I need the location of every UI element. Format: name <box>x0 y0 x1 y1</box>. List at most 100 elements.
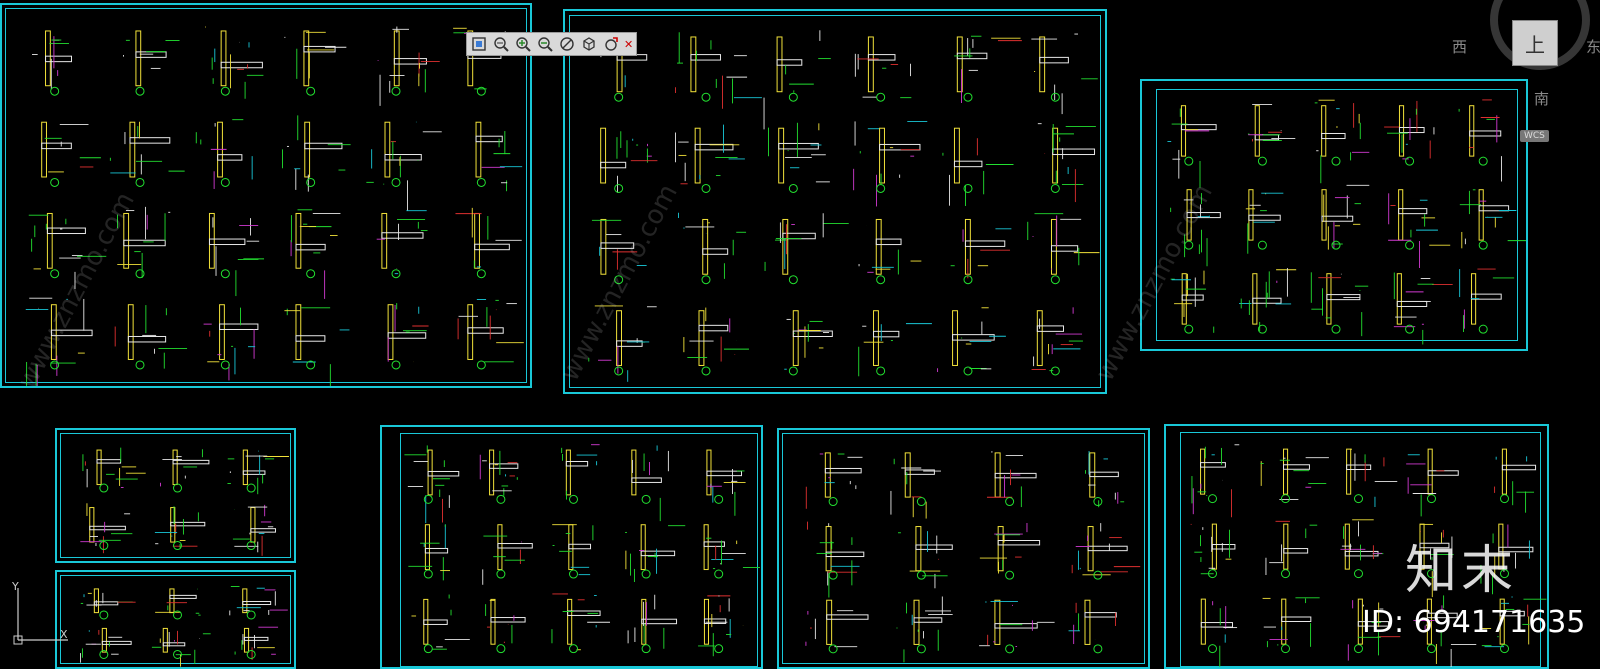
close-icon[interactable]: ✕ <box>624 39 633 50</box>
image-id-label: ID: 694171635 <box>1362 605 1586 640</box>
detail-drawing <box>123 30 180 96</box>
detail-drawing <box>229 586 288 620</box>
detail-drawing <box>284 30 347 96</box>
drawing-sheet-1[interactable] <box>0 3 532 388</box>
sheet-1-details <box>25 26 524 386</box>
detail-drawing <box>1170 270 1215 334</box>
ucs-y-label: Y <box>12 580 19 593</box>
detail-drawing <box>154 506 206 551</box>
detail-drawing <box>896 596 953 663</box>
detail-drawing <box>208 212 265 297</box>
detail-drawing <box>937 307 1006 376</box>
detail-drawing <box>159 449 210 493</box>
detail-drawing <box>1384 100 1435 166</box>
detail-drawing <box>1388 189 1451 269</box>
detail-drawing <box>764 213 849 285</box>
detail-drawing <box>1239 268 1297 334</box>
detail-drawing <box>854 36 912 102</box>
zoom-in-button[interactable] <box>514 35 532 53</box>
detail-drawing <box>1459 268 1515 334</box>
detail-drawing <box>109 121 185 187</box>
detail-drawing <box>1340 519 1384 579</box>
detail-drawing <box>1406 448 1459 517</box>
detail-drawing <box>703 524 760 579</box>
detail-drawing <box>404 445 460 524</box>
orbit-button[interactable] <box>602 35 620 53</box>
detail-drawing <box>203 304 259 381</box>
detail-drawing <box>986 451 1037 508</box>
drawing-sheet-6[interactable] <box>380 425 763 669</box>
detail-drawing <box>706 449 746 516</box>
detail-drawing <box>675 124 745 193</box>
viewcube-top-face[interactable]: 上 <box>1512 20 1558 66</box>
detail-drawing <box>1167 105 1217 188</box>
detail-drawing <box>898 526 953 589</box>
detail-drawing <box>631 445 669 522</box>
viewcube-south-label[interactable]: 南 <box>1534 88 1549 109</box>
detail-drawing <box>1494 448 1537 513</box>
brand-watermark: 知末 <box>1405 541 1518 601</box>
detail-drawing <box>1321 184 1370 250</box>
detail-drawing <box>80 503 133 554</box>
detail-drawing <box>195 119 253 189</box>
viewcube-west-label[interactable]: 西 <box>1452 36 1467 57</box>
detail-drawing <box>561 444 600 504</box>
detail-drawing <box>1459 189 1526 250</box>
model-space-canvas[interactable]: www.znzmo.com www.znzmo.com www.znzmo.co… <box>0 0 1600 669</box>
detail-drawing <box>1265 520 1318 579</box>
orbit-icon <box>605 37 618 51</box>
detail-drawing <box>1071 523 1141 580</box>
detail-drawing <box>1191 444 1240 518</box>
detail-drawing <box>1458 99 1502 182</box>
detail-drawing <box>411 594 470 654</box>
detail-drawing <box>1247 104 1296 166</box>
zoom-extents-icon <box>494 37 509 52</box>
detail-drawing <box>377 26 440 106</box>
viewcube[interactable]: 上 西 东 南 <box>1452 0 1600 110</box>
detail-drawing <box>950 218 1012 285</box>
wcs-menu-button[interactable]: WCS <box>1520 130 1549 142</box>
viewcube-east-label[interactable]: 东 <box>1586 36 1600 57</box>
detail-drawing <box>853 120 928 207</box>
view-3d-button[interactable] <box>580 35 598 53</box>
sheet-4-details <box>80 447 289 556</box>
detail-drawing <box>232 504 276 556</box>
zoom-out-icon <box>538 37 553 52</box>
detail-drawing <box>1027 213 1100 285</box>
zoom-window-button[interactable] <box>470 35 488 53</box>
zoom-extents-button[interactable] <box>492 35 510 53</box>
detail-drawing <box>151 627 211 667</box>
detail-drawing <box>551 593 611 654</box>
detail-drawing <box>376 210 428 279</box>
drawing-sheet-7[interactable] <box>777 428 1150 669</box>
detail-drawing <box>41 121 101 187</box>
detail-drawing <box>205 26 264 99</box>
detail-drawing <box>1068 599 1117 654</box>
detail-drawing <box>408 524 451 581</box>
detail-drawing <box>455 207 522 279</box>
zoom-toolbar: ✕ <box>466 32 638 56</box>
detail-drawing <box>678 212 747 285</box>
detail-drawing <box>763 30 831 130</box>
detail-drawing <box>1190 523 1236 579</box>
pan-button[interactable] <box>558 35 576 53</box>
detail-drawing <box>1031 33 1098 115</box>
detail-drawing <box>282 115 351 192</box>
detail-drawing <box>627 594 678 654</box>
sheet-5-details <box>79 586 288 667</box>
zoom-out-button[interactable] <box>536 35 554 53</box>
detail-drawing <box>79 627 132 663</box>
detail-drawing <box>625 524 686 583</box>
ucs-x-label: X <box>60 628 68 641</box>
detail-drawing <box>979 523 1041 580</box>
detail-drawing <box>290 209 341 299</box>
detail-drawing <box>387 303 429 370</box>
drawing-sheet-5[interactable] <box>55 570 296 669</box>
detail-drawing <box>954 35 1022 104</box>
drawing-sheet-4[interactable] <box>55 428 296 563</box>
detail-drawing <box>234 626 279 660</box>
detail-drawing <box>1393 272 1453 345</box>
detail-drawing <box>32 30 72 96</box>
detail-drawing <box>366 121 442 211</box>
detail-drawing <box>114 304 188 370</box>
